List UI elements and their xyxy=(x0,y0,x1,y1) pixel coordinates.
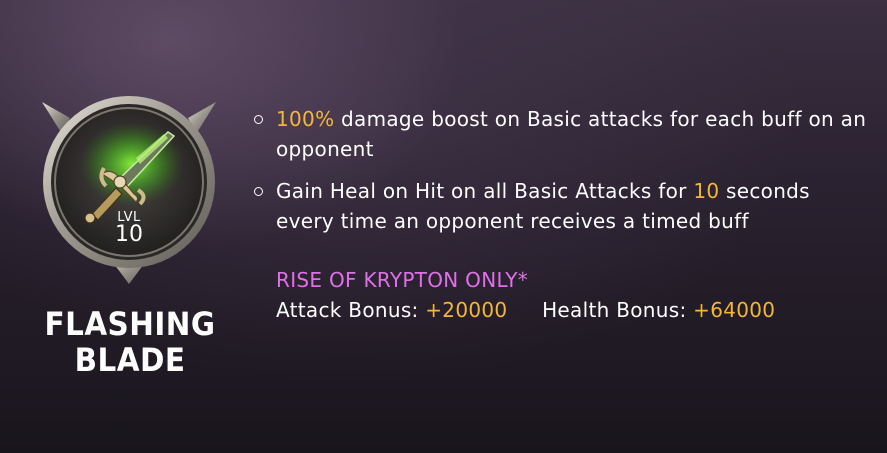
health-bonus-label: Health Bonus: xyxy=(542,298,694,322)
description-bullet: 100% damage boost on Basic attacks for e… xyxy=(252,104,872,164)
ability-badge: LVL 10 xyxy=(40,88,218,288)
highlight-value: 10 xyxy=(693,179,720,203)
bullet-icon xyxy=(254,115,263,124)
ability-title: FLASHING BLADE xyxy=(44,305,216,379)
ability-card: LVL 10 FLASHING BLADE 100% damage boost … xyxy=(0,0,887,453)
level-value: 10 xyxy=(115,222,143,247)
health-bonus-value: +64000 xyxy=(693,298,776,322)
highlight-value: 100% xyxy=(276,107,335,131)
bullet-text: Gain Heal on Hit on all Basic Attacks fo… xyxy=(276,179,694,203)
attack-bonus-value: +20000 xyxy=(425,298,508,322)
attack-bonus: Attack Bonus: +20000 xyxy=(276,298,507,322)
health-bonus: Health Bonus: +64000 xyxy=(542,298,775,322)
description-bullet: Gain Heal on Hit on all Basic Attacks fo… xyxy=(252,176,872,236)
ability-description: 100% damage boost on Basic attacks for e… xyxy=(252,104,872,248)
bullet-text: damage boost on Basic attacks for each b… xyxy=(276,107,867,161)
bonus-section-title: RISE OF KRYPTON ONLY* xyxy=(276,268,529,292)
attack-bonus-label: Attack Bonus: xyxy=(276,298,426,322)
bullet-icon xyxy=(254,187,263,196)
bonus-row: Attack Bonus: +20000 Health Bonus: +6400… xyxy=(276,298,775,322)
